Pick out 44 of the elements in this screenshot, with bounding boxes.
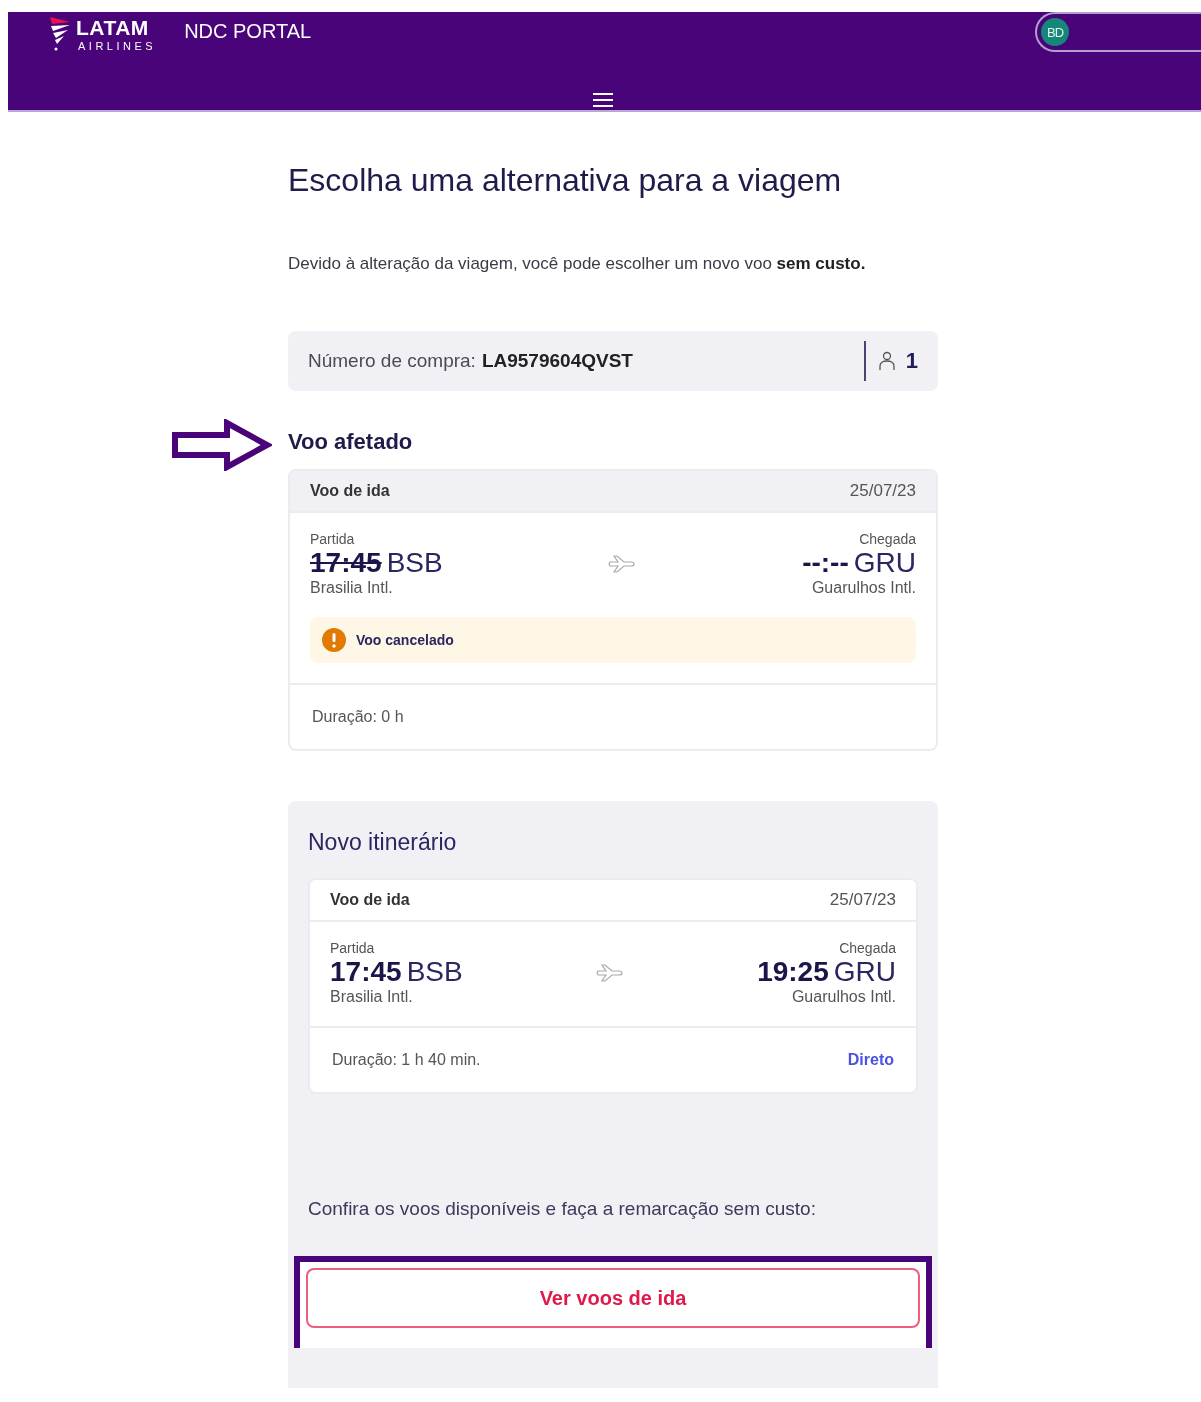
user-menu[interactable]: BD: [1035, 12, 1201, 52]
airport-code: GRU: [833, 956, 896, 988]
flight-date: 25/07/23: [849, 481, 916, 501]
page-title: Escolha uma alternativa para a viagem: [288, 162, 843, 199]
plane-icon: [595, 963, 624, 983]
person-icon: [877, 351, 896, 371]
purchase-code: LA9579604QVST: [481, 350, 634, 372]
flight-duration: Duração: 0 h: [312, 708, 404, 726]
airport-name: Brasilia Intl.: [310, 579, 393, 597]
view-flights-button[interactable]: Ver voos de ida: [306, 1268, 920, 1328]
cta-text: Confira os voos disponíveis e faça a remarcação sem custo:: [308, 1198, 817, 1220]
endpoint-label: Partida: [310, 531, 355, 547]
flight-time: 19:25: [757, 956, 829, 988]
brand-name: LATAM: [76, 16, 150, 40]
user-avatar: BD: [1041, 18, 1069, 46]
airport-code: BSB: [386, 547, 443, 579]
portal-title: NDC PORTAL: [184, 20, 312, 43]
stops-link[interactable]: Direto: [847, 1051, 894, 1069]
airport-name: Guarulhos Intl.: [811, 579, 916, 597]
endpoint-label: Partida: [330, 940, 375, 956]
airport-code: BSB: [406, 956, 463, 988]
menu-icon[interactable]: [593, 92, 613, 108]
endpoint-label: Chegada: [859, 531, 916, 547]
flight-date: 25/07/23: [829, 890, 896, 910]
brand-subtitle: AIRLINES: [78, 40, 157, 52]
airport-code: GRU: [853, 547, 916, 579]
airport-name: Guarulhos Intl.: [791, 988, 896, 1006]
flight-type: Voo de ida: [330, 891, 410, 909]
arrow-icon: [172, 419, 272, 471]
alert-text: Voo cancelado: [356, 632, 454, 648]
flight-time: 17:45: [310, 547, 382, 579]
flight-type: Voo de ida: [310, 482, 390, 500]
flight-time: --:--: [802, 547, 849, 579]
airport-name: Brasilia Intl.: [330, 988, 413, 1006]
purchase-label: Número de compra:: [308, 350, 476, 372]
flight-duration: Duração: 1 h 40 min.: [332, 1051, 481, 1069]
plane-icon: [608, 554, 637, 574]
endpoint-label: Chegada: [839, 940, 896, 956]
section-heading: Voo afetado: [288, 429, 413, 455]
section-heading: Novo itinerário: [308, 829, 458, 856]
flight-time: 17:45: [330, 956, 402, 988]
passenger-count: 1: [905, 348, 918, 374]
warning-icon: [322, 628, 346, 652]
intro-text: Devido à alteração da viagem, você pode escolher um novo voo sem custo.: [288, 253, 867, 275]
